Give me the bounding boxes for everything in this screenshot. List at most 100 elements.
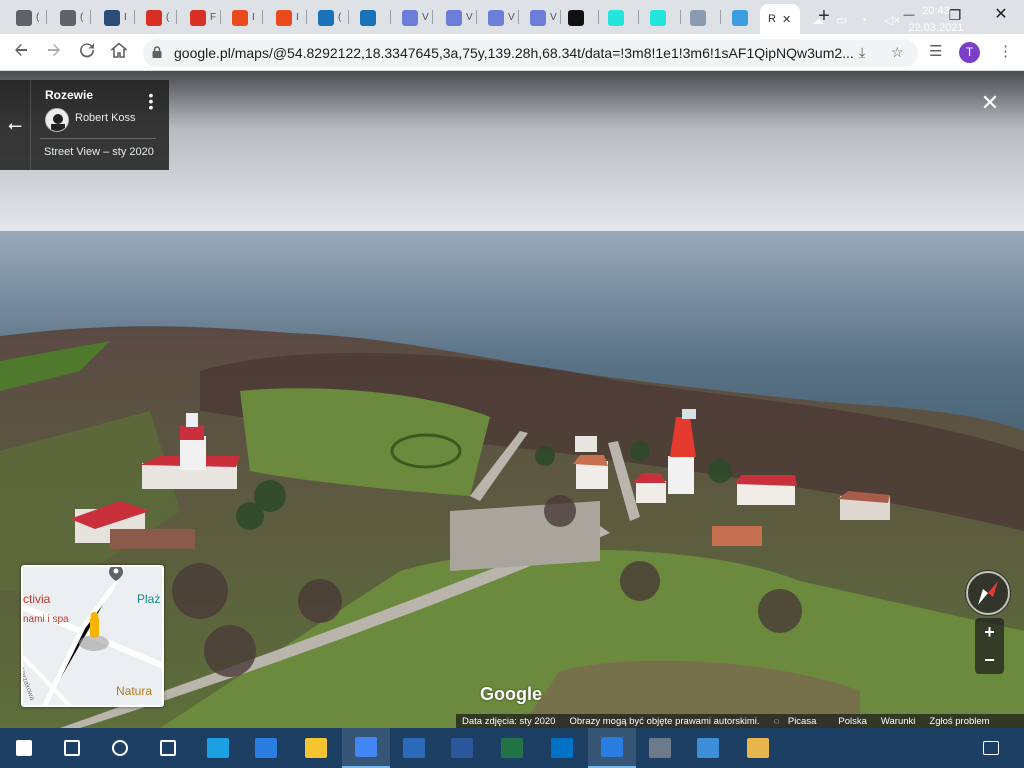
- bookmark-star-icon[interactable]: ☆: [891, 44, 904, 61]
- zoom-out-button[interactable]: −: [975, 646, 1004, 674]
- file-explorer-icon: [305, 738, 327, 758]
- region-link[interactable]: Polska: [838, 716, 867, 727]
- tab-4[interactable]: F: [182, 5, 216, 30]
- sap-icon: [318, 9, 334, 26]
- window-close-button[interactable]: ✕: [978, 4, 1024, 26]
- tab-5[interactable]: I: [224, 5, 255, 30]
- tab-separator: [262, 10, 263, 24]
- chrome-button[interactable]: [342, 728, 390, 768]
- menu-icon[interactable]: ⋮: [998, 42, 1013, 60]
- windows-start-button[interactable]: [0, 728, 48, 768]
- wifi-icon[interactable]: ◔: [860, 0, 867, 40]
- excel-button[interactable]: [488, 728, 536, 768]
- tab-9[interactable]: V: [394, 5, 429, 30]
- calculator-button[interactable]: [636, 728, 684, 768]
- capture-date: Street View – sty 2020: [44, 146, 154, 158]
- system-clock[interactable]: 20:43 22.03.2021: [906, 3, 966, 37]
- olx-icon: [650, 9, 666, 26]
- tab-3[interactable]: (: [138, 5, 169, 30]
- calculator-icon: [649, 738, 671, 758]
- onedrive-icon[interactable]: ☁: [812, 0, 824, 40]
- profile-avatar[interactable]: T: [959, 42, 980, 63]
- minimap-label-activia: ctivia: [23, 592, 51, 606]
- lock-icon: [152, 46, 162, 58]
- mail-inbox-icon: [276, 9, 292, 26]
- tab-1[interactable]: (: [52, 5, 83, 30]
- show-hidden-icons-chevron-icon[interactable]: ^: [790, 0, 796, 40]
- close-streetview-button[interactable]: ✕: [980, 92, 1000, 114]
- address-bar[interactable]: google.pl/maps/@54.8292122,18.3347645,3a…: [143, 39, 918, 67]
- control-panel-button[interactable]: [684, 728, 732, 768]
- windows-start-icon: [16, 740, 32, 756]
- tab-2[interactable]: I: [96, 5, 127, 30]
- tab-11[interactable]: V: [480, 5, 515, 30]
- streetview-info-card: ⭠ Rozewie • • • Robert Koss Street View – …: [0, 80, 169, 170]
- minimap-label-spa: nami i spa: [23, 614, 69, 625]
- globe-icon: [60, 9, 76, 26]
- tab-7[interactable]: (: [310, 5, 341, 30]
- app-active-icon: [601, 737, 623, 757]
- reload-button[interactable]: [76, 42, 98, 64]
- search-button[interactable]: [48, 728, 96, 768]
- tab-0[interactable]: (: [8, 5, 39, 30]
- edge-button[interactable]: [194, 728, 242, 768]
- copyright-notice: Obrazy mogą być objęte prawami autorskim…: [569, 715, 760, 727]
- word-button[interactable]: [438, 728, 486, 768]
- terms-link[interactable]: Warunki: [881, 716, 916, 727]
- file-explorer-button[interactable]: [292, 728, 340, 768]
- tab-label: I: [296, 12, 299, 23]
- install-icon[interactable]: ⤓: [859, 44, 865, 61]
- clock-time: 20:43: [922, 5, 950, 17]
- battery-icon[interactable]: ▭: [836, 0, 847, 40]
- tab-separator: [598, 10, 599, 24]
- doc-icon: [530, 9, 546, 26]
- tab-6[interactable]: I: [268, 5, 299, 30]
- tab-16[interactable]: [682, 5, 710, 30]
- pegman-icon[interactable]: [77, 612, 111, 652]
- tab-8[interactable]: [352, 5, 380, 30]
- notifications-icon[interactable]: [983, 741, 999, 755]
- cortana-button[interactable]: [96, 728, 144, 768]
- tab-label: (: [166, 12, 170, 23]
- tab-10[interactable]: V: [438, 5, 473, 30]
- picasa-link[interactable]: ◌ Picasa: [774, 716, 825, 727]
- author-name[interactable]: Robert Koss: [75, 112, 136, 124]
- tab-15[interactable]: [642, 5, 670, 30]
- attribution-bar: Data zdjęcia: sty 2020 Obrazy mogą być o…: [456, 714, 1024, 728]
- app-button[interactable]: [242, 728, 290, 768]
- forward-button[interactable]: [43, 42, 65, 64]
- outlook-icon: [551, 738, 573, 758]
- outlook-button[interactable]: [538, 728, 586, 768]
- zoom-in-button[interactable]: +: [975, 618, 1004, 646]
- tab-14[interactable]: [600, 5, 628, 30]
- tab-12[interactable]: V: [522, 5, 557, 30]
- photos-button[interactable]: [390, 728, 438, 768]
- compass[interactable]: [965, 570, 1011, 616]
- minimap[interactable]: ctivia Plaż nami i spa Natura Warzakowa: [21, 565, 164, 707]
- tab-separator: [46, 10, 47, 24]
- task-view-icon: [160, 740, 176, 756]
- media-control-icon[interactable]: ☰: [929, 42, 942, 60]
- task-view-button[interactable]: [144, 728, 192, 768]
- author-avatar[interactable]: [45, 108, 69, 132]
- edge-icon: [207, 738, 229, 758]
- speaker-icon[interactable]: ◁×: [884, 0, 900, 40]
- tab-separator: [176, 10, 177, 24]
- url-text: google.pl/maps/@54.8292122,18.3347645,3a…: [174, 45, 854, 61]
- map-pin-icon: [109, 567, 123, 581]
- tab-separator: [348, 10, 349, 24]
- sap-icon: [360, 9, 376, 26]
- app-active-button[interactable]: [588, 728, 636, 768]
- tab-13[interactable]: [560, 5, 588, 30]
- report-problem-link[interactable]: Zgłoś problem: [929, 716, 989, 727]
- paint-button[interactable]: [734, 728, 782, 768]
- tab-17[interactable]: [724, 5, 752, 30]
- back-arrow-icon[interactable]: ⭠: [0, 80, 31, 170]
- home-button[interactable]: [108, 42, 130, 64]
- back-button[interactable]: [10, 42, 32, 64]
- dollar-icon: [568, 9, 584, 26]
- more-options-icon[interactable]: • • •: [147, 88, 155, 114]
- zoom-control: + −: [975, 618, 1004, 674]
- word-icon: [451, 738, 473, 758]
- tab-label: (: [36, 12, 40, 23]
